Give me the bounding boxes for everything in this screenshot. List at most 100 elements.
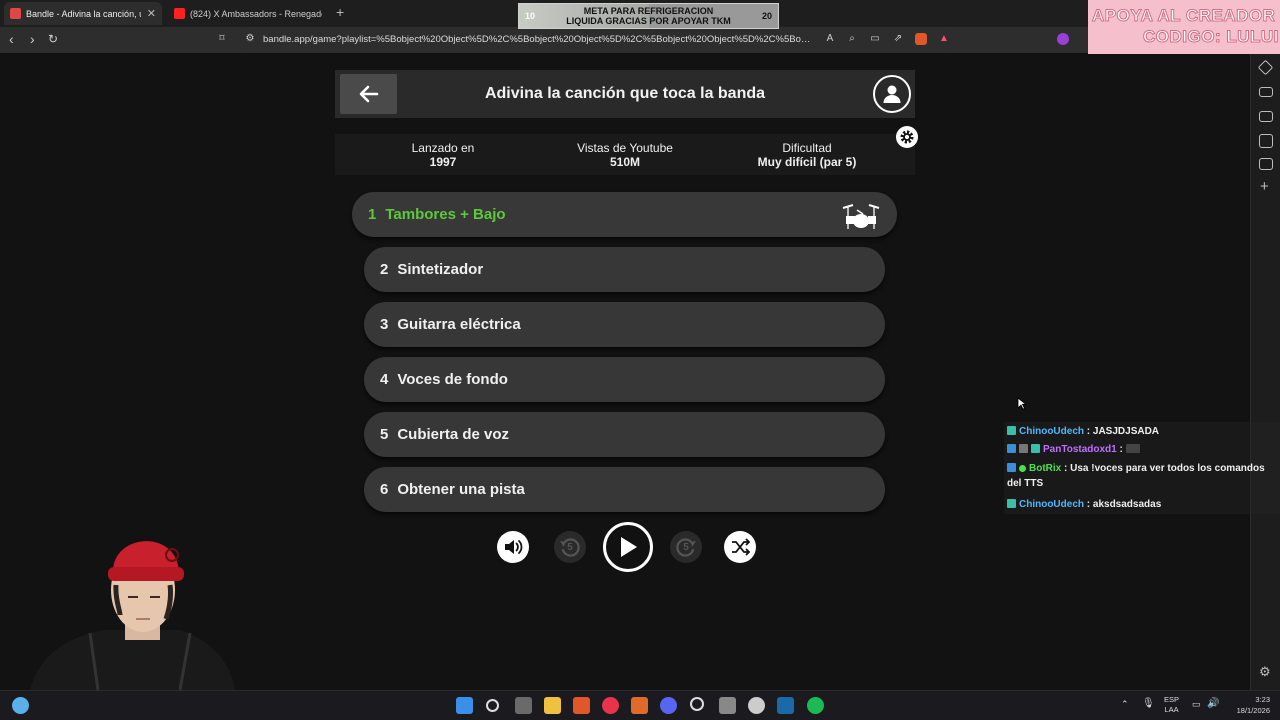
translate-icon[interactable]: A xyxy=(824,33,836,45)
track-number: 6 xyxy=(380,481,389,498)
steam-icon[interactable] xyxy=(777,697,794,714)
add-panel-icon[interactable]: + xyxy=(1260,178,1269,195)
volume-button[interactable] xyxy=(497,531,529,563)
share-icon[interactable]: ⇗ xyxy=(892,33,904,45)
leo-ai-icon[interactable] xyxy=(1257,59,1274,76)
time: 3:23 xyxy=(1255,695,1270,704)
badge-icon xyxy=(1019,444,1028,453)
settings-button[interactable] xyxy=(896,126,918,148)
network-icon[interactable]: ▭ xyxy=(1192,699,1201,710)
search-icon[interactable] xyxy=(486,699,499,712)
speaker-icon[interactable]: 🔊 xyxy=(1207,698,1219,709)
language-indicator[interactable]: ESP LAA xyxy=(1164,695,1179,715)
forward-button[interactable]: 5 xyxy=(670,531,702,563)
chat-message: BotRix : Usa !voces para ver todos los c… xyxy=(1007,463,1265,489)
track-5[interactable]: 5 Cubierta de voz xyxy=(364,412,885,457)
chat-message: ChinooUdech : aksdsadsadas xyxy=(1007,497,1279,512)
tab-youtube[interactable]: (824) X Ambassadors - Renegades (L... xyxy=(168,2,328,25)
track-label: Voces de fondo xyxy=(397,371,508,388)
weather-icon[interactable] xyxy=(12,697,29,714)
chat-user: ChinooUdech xyxy=(1019,499,1084,510)
file-explorer-icon[interactable] xyxy=(544,697,561,714)
task-view-icon[interactable] xyxy=(515,697,532,714)
chat-message: PanTostadoxd1 : xyxy=(1007,442,1279,457)
song-info-bar: Lanzado en 1997 Vistas de Youtube 510M D… xyxy=(335,134,915,175)
brave-shield-icon[interactable] xyxy=(915,33,927,45)
clock[interactable]: 3:23 18/1/2026 xyxy=(1225,694,1270,716)
difficulty: Dificultad Muy difícil (par 5) xyxy=(737,141,877,169)
chat-text: JASJDJSADA xyxy=(1092,426,1160,437)
play-button[interactable] xyxy=(603,522,653,572)
youtube-favicon-icon xyxy=(174,8,185,19)
creator-code-banner: APOYA AL CREADOR CODIGO: LULUI xyxy=(1088,0,1280,54)
shuffle-icon xyxy=(732,538,750,556)
rewards-icon[interactable]: ▲ xyxy=(938,33,950,45)
reload-icon[interactable]: ↻ xyxy=(48,32,58,46)
mouse-cursor-icon xyxy=(1017,397,1026,410)
gear-icon xyxy=(900,130,914,144)
badge-icon xyxy=(1007,463,1016,472)
app-icon[interactable] xyxy=(748,697,765,714)
goal-title: META PARA REFRIGERACION xyxy=(583,6,714,16)
site-info-icon[interactable]: ⚙ xyxy=(244,33,256,45)
back-button[interactable] xyxy=(340,74,397,114)
youtube-views: Vistas de Youtube 510M xyxy=(555,141,695,169)
tab-title: (824) X Ambassadors - Renegades (L... xyxy=(190,8,322,19)
back-nav-icon[interactable]: ‹ xyxy=(9,31,14,47)
info-label: Dificultad xyxy=(782,141,832,155)
streamer-avatar xyxy=(30,541,235,690)
hint-button[interactable]: 6 Obtener una pista xyxy=(364,467,885,512)
info-label: Lanzado en xyxy=(411,141,475,155)
cast-icon[interactable]: ▭ xyxy=(869,33,881,45)
info-value: 510M xyxy=(609,155,641,169)
page-title: Adivina la canción que toca la banda xyxy=(484,85,766,102)
bookmarks-icon[interactable] xyxy=(1259,134,1273,148)
skip-button[interactable] xyxy=(724,531,756,563)
emote-icon xyxy=(1125,444,1140,453)
info-value: 1997 xyxy=(429,155,457,169)
tray-chevron-icon[interactable]: ⌃ xyxy=(1121,699,1129,710)
profile-button[interactable] xyxy=(873,75,911,113)
history-icon[interactable] xyxy=(1259,158,1273,170)
track-number: 2 xyxy=(380,261,389,278)
brave-icon[interactable] xyxy=(573,697,590,714)
spotify-icon[interactable] xyxy=(807,697,824,714)
obs-icon[interactable] xyxy=(690,697,704,711)
track-4[interactable]: 4 Voces de fondo xyxy=(364,357,885,402)
reading-list-icon[interactable] xyxy=(1259,87,1273,97)
tab-bandle[interactable]: Bandle - Adivina la canción, un ... ✕ xyxy=(4,2,162,25)
sidebar-settings-icon[interactable]: ⚙ xyxy=(1259,664,1271,680)
zoom-icon[interactable]: ⌕ xyxy=(846,33,858,45)
close-icon[interactable]: ✕ xyxy=(147,7,156,20)
track-2[interactable]: 2 Sintetizador xyxy=(364,247,885,292)
track-label: Tambores + Bajo xyxy=(385,206,506,223)
info-value: Muy difícil (par 5) xyxy=(757,155,857,169)
arrow-left-icon xyxy=(359,85,378,103)
creator-line-1: APOYA AL CREADOR xyxy=(1091,6,1276,26)
date: 18/1/2026 xyxy=(1236,706,1270,715)
chat-user: PanTostadoxd1 xyxy=(1043,444,1117,455)
volume-icon xyxy=(505,540,523,554)
track-3[interactable]: 3 Guitarra eléctrica xyxy=(364,302,885,347)
badge-icon xyxy=(1007,499,1016,508)
app-icon[interactable] xyxy=(631,697,648,714)
url-text[interactable]: bandle.app/game?playlist=%5Bobject%20Obj… xyxy=(263,34,815,45)
rewind-button[interactable]: 5 xyxy=(554,531,586,563)
forward-nav-icon[interactable]: › xyxy=(30,31,35,47)
discord-icon[interactable] xyxy=(660,697,677,714)
app-icon[interactable] xyxy=(719,697,736,714)
extension-icon[interactable] xyxy=(1057,33,1069,45)
start-icon[interactable] xyxy=(456,697,473,714)
track-label: Sintetizador xyxy=(397,261,484,278)
media-player-icon[interactable] xyxy=(602,697,619,714)
wallet-icon[interactable] xyxy=(1259,111,1273,122)
badge-icon xyxy=(1031,444,1040,453)
lang-code: ESP xyxy=(1164,695,1180,704)
new-tab-button[interactable]: + xyxy=(336,4,344,20)
chat-message: ChinooUdech : JASJDJSADA xyxy=(1007,424,1279,439)
badge-icon xyxy=(1007,444,1016,453)
track-1[interactable]: 1 Tambores + Bajo xyxy=(352,192,897,237)
bookmark-icon[interactable]: ⌑ xyxy=(216,33,228,45)
microphone-icon[interactable]: 🎙 xyxy=(1142,698,1155,709)
release-year: Lanzado en 1997 xyxy=(383,141,503,169)
